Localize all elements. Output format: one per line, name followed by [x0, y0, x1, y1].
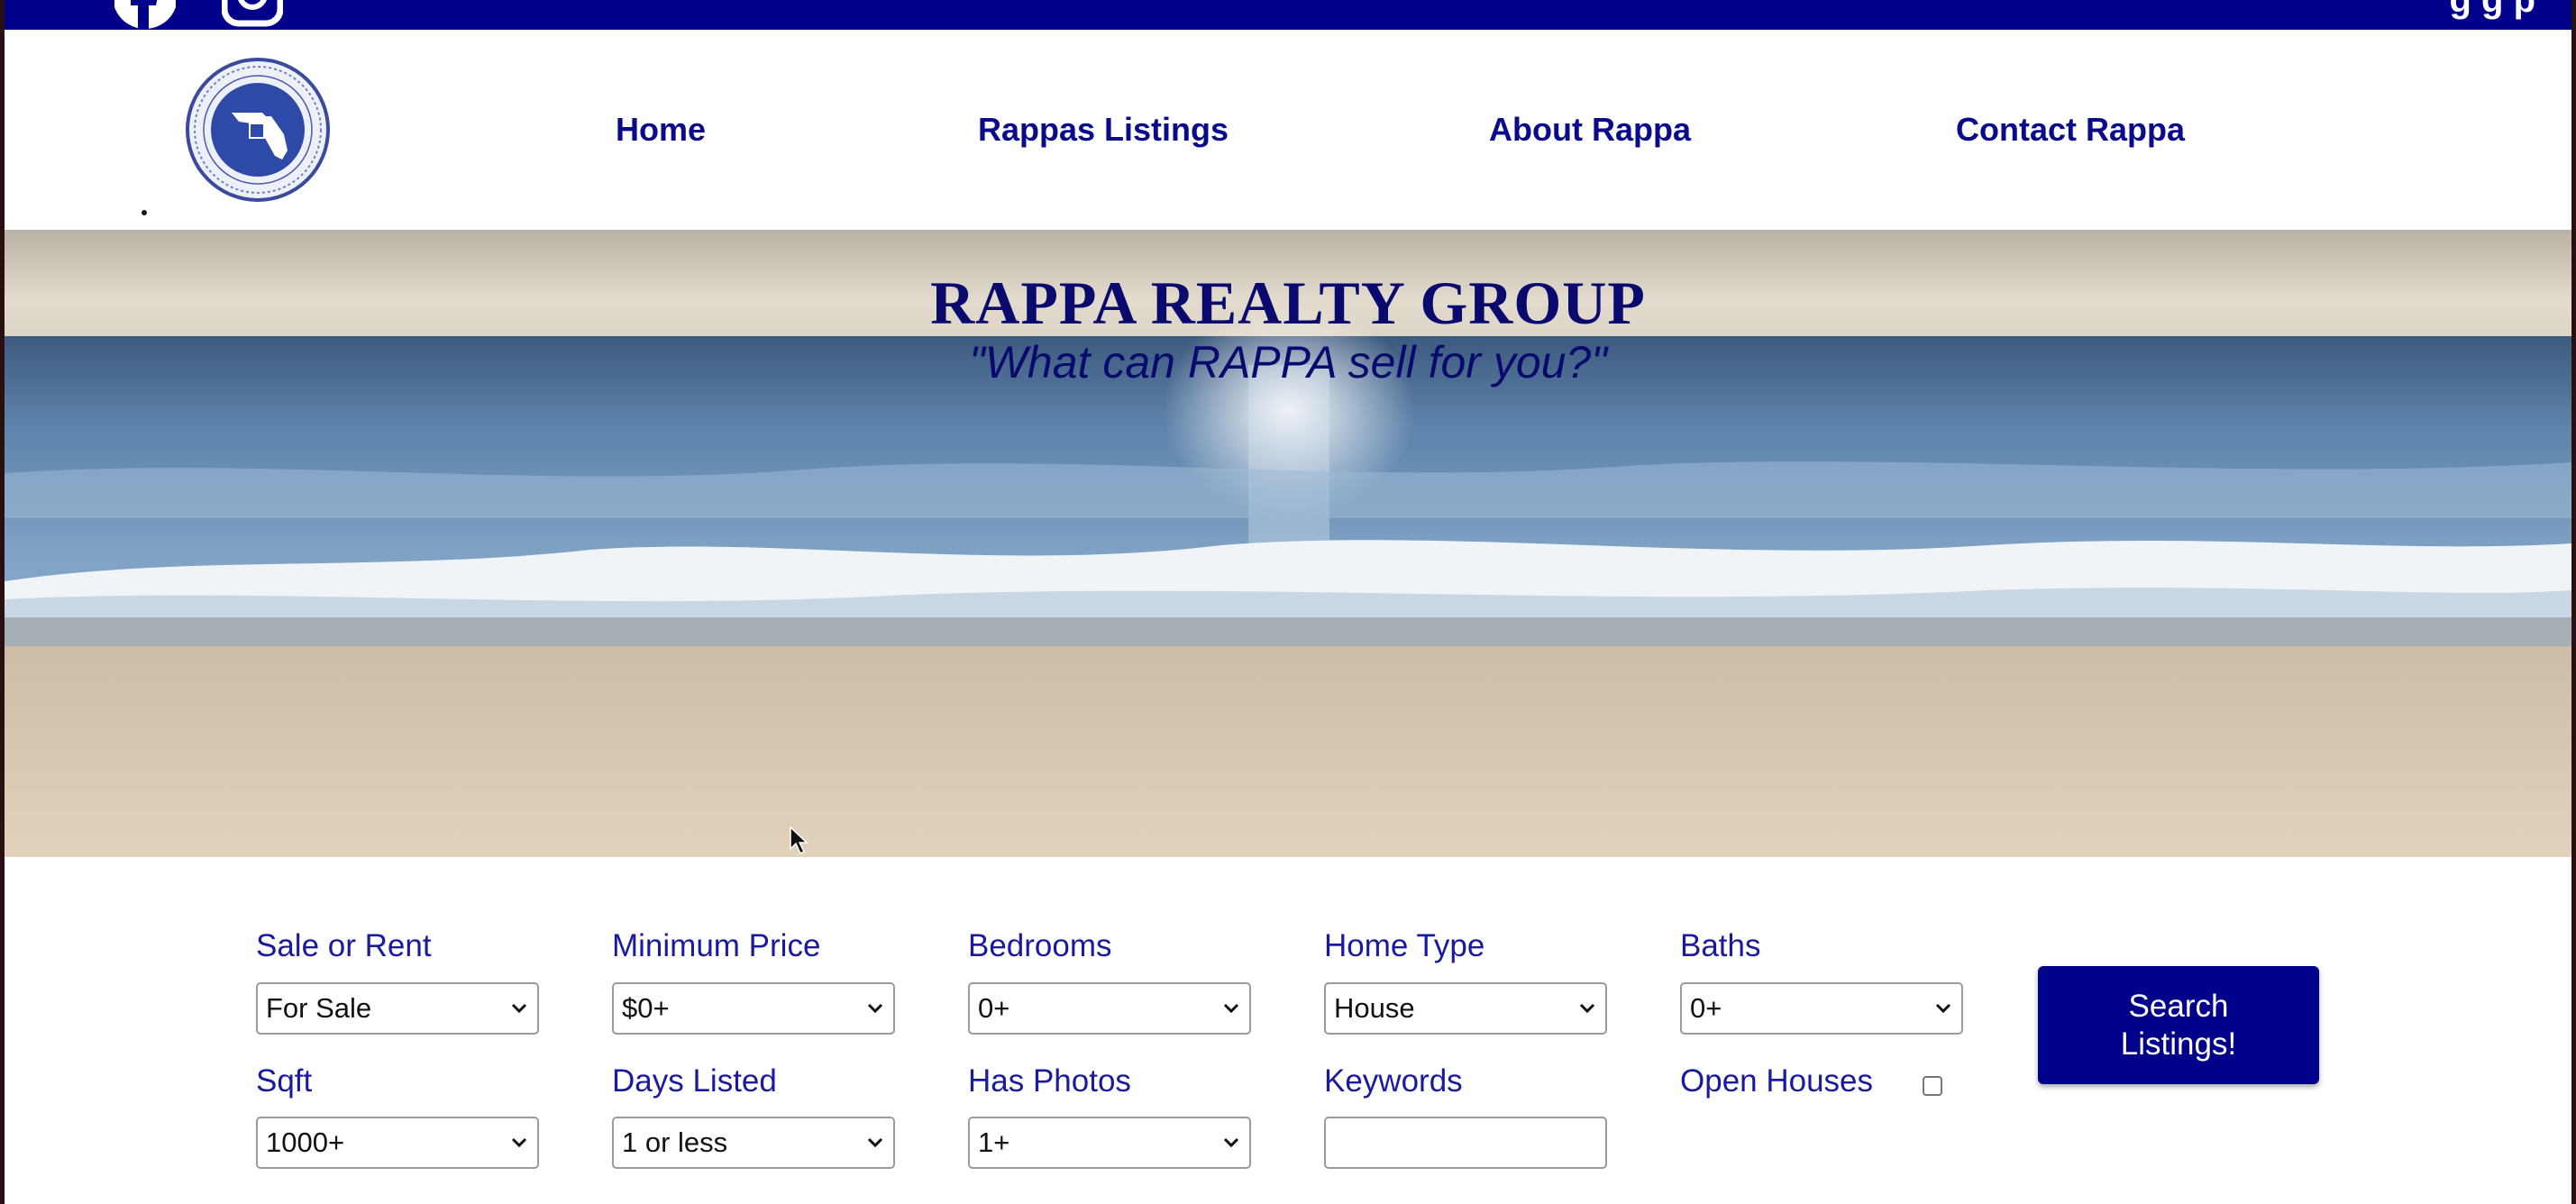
- chevron-down-icon: [867, 1003, 883, 1014]
- home-type-select[interactable]: House: [1324, 982, 1607, 1035]
- search-listings-button-label: Search Listings!: [2120, 988, 2237, 1062]
- facebook-icon[interactable]: [114, 0, 176, 29]
- home-type-value: House: [1334, 992, 1415, 1024]
- chevron-down-icon: [511, 1137, 527, 1148]
- nav-about-rappa[interactable]: About Rappa: [1489, 111, 1691, 149]
- search-listings-button[interactable]: Search Listings!: [2038, 966, 2319, 1084]
- bedrooms-value: 0+: [978, 992, 1010, 1024]
- minimum-price-label: Minimum Price: [612, 928, 821, 963]
- days-listed-label: Days Listed: [612, 1063, 777, 1099]
- sale-or-rent-value: For Sale: [266, 992, 372, 1024]
- chevron-down-icon: [1579, 1003, 1595, 1014]
- listing-search-form: Sale or Rent For Sale Minimum Price $0+ …: [5, 857, 2571, 1204]
- sqft-value: 1000+: [266, 1126, 345, 1158]
- keywords-label: Keywords: [1324, 1063, 1463, 1099]
- nav-home[interactable]: Home: [616, 111, 706, 149]
- open-houses-checkbox[interactable]: [1923, 1076, 1942, 1096]
- rappa-logo[interactable]: [185, 57, 331, 203]
- hero-tagline: "What can RAPPA sell for you?": [968, 337, 1607, 388]
- chevron-down-icon: [1935, 1003, 1951, 1014]
- sqft-label: Sqft: [256, 1063, 313, 1099]
- has-photos-value: 1+: [978, 1126, 1010, 1158]
- sale-or-rent-label: Sale or Rent: [256, 928, 432, 963]
- chevron-down-icon: [1223, 1137, 1239, 1148]
- topbar-right-text[interactable]: g g p: [2449, 0, 2535, 21]
- social-bar: g g p: [5, 0, 2571, 30]
- nav-contact-rappa[interactable]: Contact Rappa: [1956, 111, 2185, 149]
- open-houses-label: Open Houses: [1680, 1063, 1874, 1099]
- minimum-price-select[interactable]: $0+: [612, 982, 895, 1035]
- mouse-cursor-icon: [790, 825, 808, 855]
- days-listed-value: 1 or less: [622, 1126, 728, 1158]
- site-header: Home Rappas Listings About Rappa Contact…: [5, 30, 2571, 230]
- has-photos-select[interactable]: 1+: [968, 1117, 1251, 1169]
- days-listed-select[interactable]: 1 or less: [612, 1117, 895, 1169]
- baths-label: Baths: [1680, 928, 1761, 963]
- minimum-price-value: $0+: [622, 992, 670, 1024]
- browser-viewport: g g p Home Rappas Listings About Rappa C…: [5, 0, 2571, 1204]
- baths-select[interactable]: 0+: [1680, 982, 1963, 1035]
- chevron-down-icon: [1223, 1003, 1239, 1014]
- instagram-icon[interactable]: [222, 0, 283, 29]
- hero-banner: RAPPA REALTY GROUP "What can RAPPA sell …: [5, 230, 2571, 857]
- hero-title: RAPPA REALTY GROUP: [930, 269, 1646, 337]
- stray-dot: [142, 210, 147, 215]
- home-type-label: Home Type: [1324, 928, 1485, 963]
- bedrooms-label: Bedrooms: [968, 928, 1112, 963]
- has-photos-label: Has Photos: [968, 1063, 1131, 1099]
- sale-or-rent-select[interactable]: For Sale: [256, 982, 539, 1035]
- keywords-input[interactable]: [1324, 1117, 1607, 1169]
- chevron-down-icon: [511, 1003, 527, 1014]
- chevron-down-icon: [867, 1137, 883, 1148]
- bedrooms-select[interactable]: 0+: [968, 982, 1251, 1035]
- nav-rappas-listings[interactable]: Rappas Listings: [978, 111, 1229, 149]
- baths-value: 0+: [1690, 992, 1722, 1024]
- sqft-select[interactable]: 1000+: [256, 1117, 539, 1169]
